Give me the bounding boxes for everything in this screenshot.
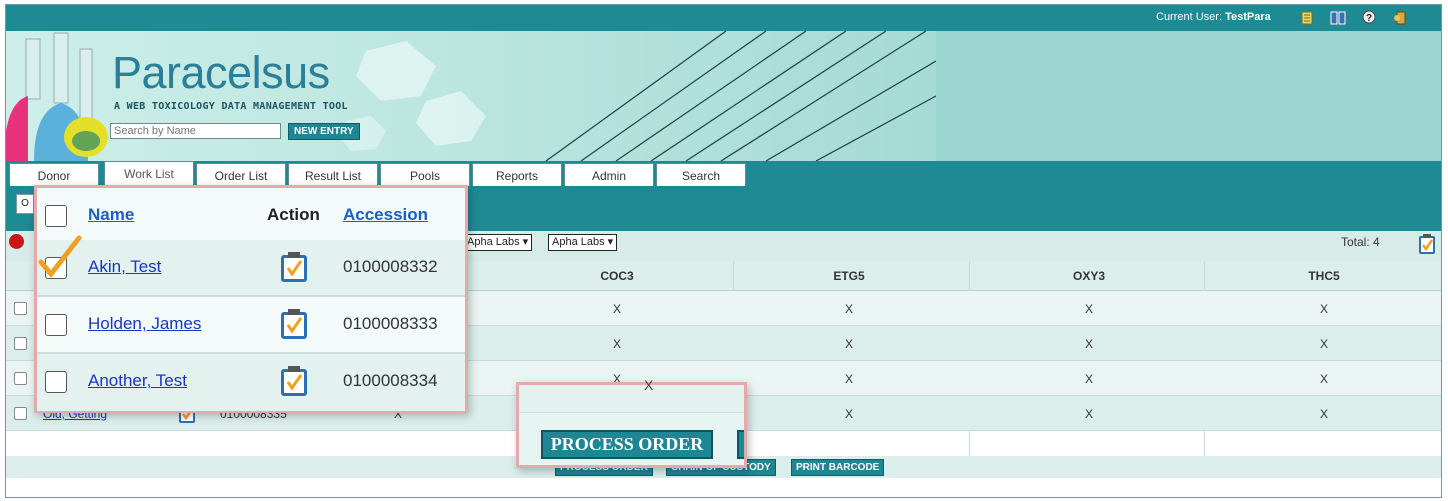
row-checkbox[interactable] [45, 314, 67, 336]
cell: X [612, 302, 621, 316]
cell: X [1319, 302, 1328, 316]
book-icon[interactable] [1330, 10, 1346, 26]
current-user-name: TestPara [1225, 11, 1271, 23]
tab-bar: Donor Work List Order List Result List P… [6, 161, 1441, 188]
process-order-button-zoomed[interactable]: PROCESS ORDER [541, 430, 713, 459]
accession-value: 0100008332 [343, 257, 438, 276]
tab-admin[interactable]: Admin [564, 163, 654, 188]
clipboard-check-icon[interactable] [280, 308, 308, 340]
zoom-callout-button: X PROCESS ORDER [516, 377, 747, 468]
accession-header-link[interactable]: Accession [343, 205, 428, 225]
cell: X [844, 407, 853, 421]
cell: X [844, 302, 853, 316]
cell: X [1319, 372, 1328, 386]
accession-value: 0100008334 [343, 371, 438, 390]
lab-select-2-value: Apha Labs [552, 236, 605, 248]
lab-select-2[interactable]: Apha Labs ▾ [548, 234, 618, 251]
svg-text:?: ? [1366, 13, 1372, 24]
tab-reports[interactable]: Reports [472, 163, 562, 188]
banner: Paracelsus A WEB TOXICOLOGY DATA MANAGEM… [6, 31, 1441, 161]
status-dot [9, 234, 24, 249]
banner-art: Paracelsus A WEB TOXICOLOGY DATA MANAGEM… [6, 31, 936, 161]
help-icon[interactable]: ? [1361, 10, 1377, 26]
total-count: Total: 4 [1341, 235, 1380, 249]
chevron-down-icon: ▾ [607, 236, 614, 248]
cell: X [1084, 337, 1093, 351]
chevron-down-icon: ▾ [522, 236, 529, 248]
current-user-label: Current User: [1156, 11, 1223, 23]
cell: X [612, 337, 621, 351]
sub-toolbar-button[interactable]: O [16, 194, 34, 214]
cell: X [844, 337, 853, 351]
clipboard-check-icon[interactable] [280, 251, 308, 283]
row-checkbox[interactable] [45, 371, 67, 393]
cell: X [1084, 372, 1093, 386]
clipboard-check-icon[interactable] [1418, 233, 1436, 255]
row-checkbox[interactable] [14, 302, 27, 315]
donor-name-link[interactable]: Akin, Test [88, 257, 161, 277]
top-bar: Current User: TestPara ? [6, 5, 1441, 31]
print-barcode-button[interactable]: PRINT BARCODE [791, 459, 885, 476]
popup-row: Akin, Test 0100008332 [37, 235, 465, 297]
app-window: Current User: TestPara ? Paracelsus A WE… [5, 4, 1442, 498]
logo: Paracelsus [112, 47, 330, 98]
donor-name-link[interactable]: Holden, James [88, 314, 201, 334]
name-header-link[interactable]: Name [88, 205, 134, 225]
chain-of-custody-button-edge [737, 430, 744, 459]
cell: X [1084, 407, 1093, 421]
row-checkbox[interactable] [14, 372, 27, 385]
callout-row: X [519, 377, 744, 413]
col-etg5: ETG5 [833, 269, 865, 283]
tab-search[interactable]: Search [656, 163, 746, 188]
scroll-icon[interactable] [1299, 10, 1315, 26]
cell: X [1319, 337, 1328, 351]
row-checkbox[interactable] [14, 337, 27, 350]
popup-header-row: Name Action Accession [37, 188, 465, 245]
current-user: Current User: TestPara [1156, 11, 1271, 23]
clipboard-check-icon[interactable] [280, 365, 308, 397]
cell: X [1319, 407, 1328, 421]
cell: X [644, 377, 654, 393]
col-thc5: THC5 [1308, 269, 1340, 283]
popup-row: Holden, James 0100008333 [37, 297, 465, 354]
checkmark-icon [38, 235, 82, 278]
tagline: A WEB TOXICOLOGY DATA MANAGEMENT TOOL [114, 101, 348, 112]
select-all-checkbox[interactable] [45, 205, 67, 227]
zoom-callout-list: Name Action Accession Akin, Test 0100008… [34, 185, 468, 413]
accession-value: 0100008333 [343, 314, 438, 333]
action-header: Action [267, 205, 320, 224]
search-input[interactable] [110, 123, 281, 139]
lab-select-1[interactable]: Apha Labs ▾ [463, 234, 533, 251]
cell: X [844, 372, 853, 386]
new-entry-button[interactable]: NEW ENTRY [288, 123, 360, 140]
logout-icon[interactable] [1392, 10, 1408, 26]
donor-name-link[interactable]: Another, Test [88, 371, 187, 391]
tab-work-list[interactable]: Work List [104, 161, 194, 186]
row-checkbox[interactable] [14, 407, 27, 420]
col-coc3: COC3 [600, 269, 634, 283]
popup-row: Another, Test 0100008334 [37, 354, 465, 411]
col-oxy3: OXY3 [1072, 269, 1105, 283]
cell: X [1084, 302, 1093, 316]
lab-select-1-value: Apha Labs [467, 236, 520, 248]
